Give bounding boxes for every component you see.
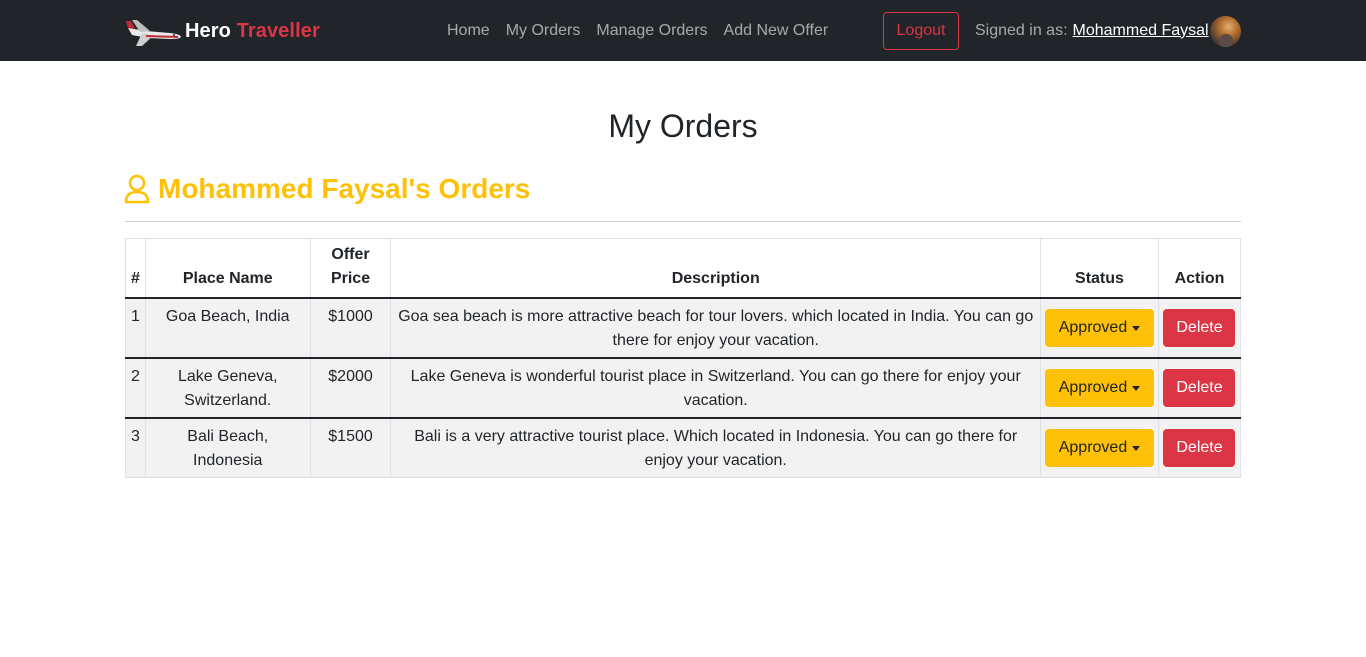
row-action-cell: Delete xyxy=(1157,417,1242,478)
delete-button[interactable]: Delete xyxy=(1163,309,1236,347)
user-icon xyxy=(124,174,150,204)
status-label: Approved xyxy=(1058,439,1128,456)
brand-name-hero: Hero xyxy=(185,19,231,42)
table-row: 2 Lake Geneva, Switzerland. $2000 Lake G… xyxy=(125,357,1242,419)
logout-button[interactable]: Logout xyxy=(883,12,959,50)
orders-table: # Place Name Offer Price Description Sta… xyxy=(125,238,1242,478)
page-title: My Orders xyxy=(608,108,758,144)
divider xyxy=(125,221,1241,222)
column-header-status: Status xyxy=(1039,238,1159,299)
status-dropdown-button[interactable]: Approved xyxy=(1044,309,1154,347)
table-header-row: # Place Name Offer Price Description Sta… xyxy=(125,238,1242,299)
nav-link-manage-orders[interactable]: Manage Orders xyxy=(588,22,715,40)
row-index: 1 xyxy=(125,297,146,359)
table-row: 3 Bali Beach, Indonesia $1500 Bali is a … xyxy=(125,417,1242,478)
brand-name-traveller: Traveller xyxy=(236,19,320,42)
avatar[interactable] xyxy=(1210,16,1241,47)
row-offer-price: $1000 xyxy=(309,297,392,359)
row-offer-price: $2000 xyxy=(309,357,392,419)
nav-link-add-new-offer[interactable]: Add New Offer xyxy=(716,22,837,40)
row-description: Goa sea beach is more attractive beach f… xyxy=(390,297,1041,359)
row-status-cell: Approved xyxy=(1039,297,1159,359)
column-header-action: Action xyxy=(1157,238,1242,299)
row-index: 2 xyxy=(125,357,146,419)
delete-button[interactable]: Delete xyxy=(1163,429,1236,467)
row-action-cell: Delete xyxy=(1157,297,1242,359)
row-place-name: Bali Beach, Indonesia xyxy=(144,417,311,478)
row-action-cell: Delete xyxy=(1157,357,1242,419)
delete-button[interactable]: Delete xyxy=(1163,369,1236,407)
nav-link-my-orders[interactable]: My Orders xyxy=(498,22,589,40)
caret-down-icon xyxy=(1132,386,1141,391)
status-label: Approved xyxy=(1058,379,1128,396)
column-header-place-name: Place Name xyxy=(144,238,311,299)
row-index: 3 xyxy=(125,417,146,478)
row-status-cell: Approved xyxy=(1039,357,1159,419)
signed-in-info: Signed in as: Mohammed Faysal xyxy=(975,0,1209,61)
caret-down-icon xyxy=(1132,326,1141,331)
status-label: Approved xyxy=(1058,319,1128,336)
column-header-offer-price: Offer Price xyxy=(309,238,392,299)
orders-heading: Mohammed Faysal's Orders xyxy=(124,172,530,206)
signed-in-user-link[interactable]: Mohammed Faysal xyxy=(1073,22,1209,40)
orders-heading-text: Mohammed Faysal's Orders xyxy=(158,173,531,204)
nav-link-home[interactable]: Home xyxy=(439,22,498,40)
brand[interactable]: Hero Traveller xyxy=(126,12,320,50)
column-header-description: Description xyxy=(390,238,1041,299)
nav-links: Home My Orders Manage Orders Add New Off… xyxy=(439,0,836,61)
status-dropdown-button[interactable]: Approved xyxy=(1044,429,1154,467)
row-offer-price: $1500 xyxy=(309,417,392,478)
top-navbar: Hero Traveller Home My Orders Manage Ord… xyxy=(0,0,1366,61)
row-place-name: Lake Geneva, Switzerland. xyxy=(144,357,311,419)
row-description: Lake Geneva is wonderful tourist place i… xyxy=(390,357,1041,419)
row-description: Bali is a very attractive tourist place.… xyxy=(390,417,1041,478)
row-status-cell: Approved xyxy=(1039,417,1159,478)
airplane-logo-icon xyxy=(126,20,181,46)
table-row: 1 Goa Beach, India $1000 Goa sea beach i… xyxy=(125,297,1242,359)
caret-down-icon xyxy=(1132,446,1141,451)
row-place-name: Goa Beach, India xyxy=(144,297,311,359)
status-dropdown-button[interactable]: Approved xyxy=(1044,369,1154,407)
column-header-index: # xyxy=(125,238,146,299)
signed-in-prefix: Signed in as: xyxy=(975,21,1068,39)
